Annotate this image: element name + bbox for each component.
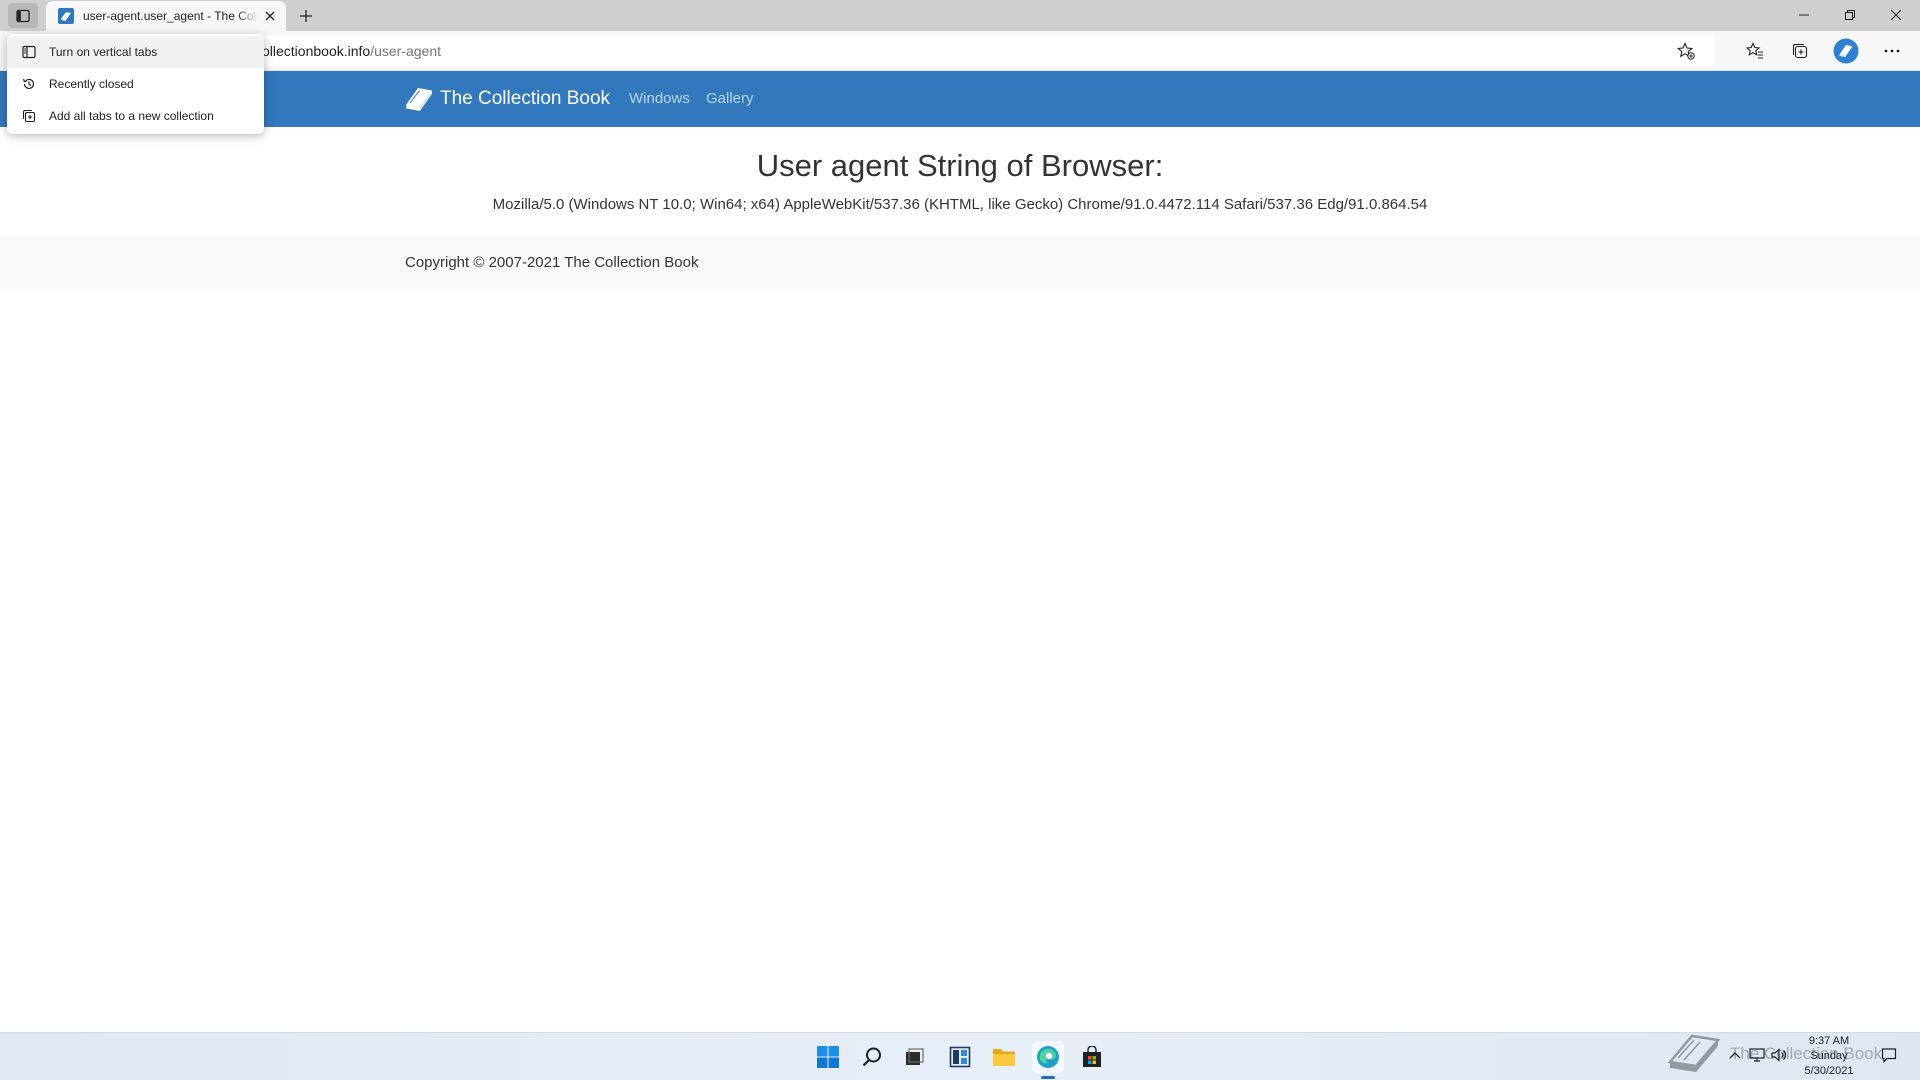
tab-actions-menu: Turn on vertical tabs Recently closed Ad…: [7, 34, 264, 134]
new-tab-button[interactable]: [294, 4, 318, 28]
collection-book-avatar-icon: [1833, 38, 1859, 64]
volume-icon: [1771, 1048, 1787, 1062]
close-window-button[interactable]: [1873, 0, 1919, 30]
active-app-indicator: [1041, 1076, 1055, 1079]
search-button[interactable]: [856, 1041, 888, 1073]
active-tab[interactable]: user-agent.user_agent - The Collection B…: [46, 1, 286, 31]
edge-icon: [1037, 1046, 1059, 1068]
minimize-icon: [1799, 14, 1809, 16]
start-button[interactable]: [812, 1041, 844, 1073]
history-icon: [21, 76, 37, 92]
minimize-button[interactable]: [1781, 0, 1827, 30]
site-brand-link[interactable]: The Collection Book: [404, 84, 610, 114]
copyright-text: Copyright © 2007-2021 The Collection Boo…: [405, 254, 699, 271]
more-icon: [1884, 49, 1900, 53]
page-heading: User agent String of Browser:: [756, 148, 1164, 183]
show-hidden-icons-button[interactable]: [1726, 1046, 1744, 1064]
browser-toolbar: ollectionbook.info/user-agent: [0, 31, 1920, 71]
settings-and-more-button[interactable]: [1877, 36, 1907, 66]
close-icon: [265, 11, 275, 21]
menu-item-label: Add all tabs to a new collection: [49, 109, 214, 123]
notification-icon: [1881, 1048, 1897, 1063]
favorites-button[interactable]: [1740, 36, 1770, 66]
widgets-button[interactable]: [944, 1041, 976, 1073]
search-icon: [862, 1047, 881, 1067]
clock-time: 9:37 AM: [1808, 1035, 1850, 1047]
browser-window: user-agent.user_agent - The Collection B…: [0, 0, 1920, 1080]
file-explorer-button[interactable]: [988, 1041, 1020, 1073]
file-explorer-icon: [993, 1049, 1015, 1066]
store-icon: [1083, 1046, 1101, 1067]
collections-button[interactable]: [1785, 36, 1815, 66]
network-icon: [1749, 1048, 1765, 1062]
menu-item-add-tabs-to-collection[interactable]: Add all tabs to a new collection: [7, 100, 264, 132]
menu-item-vertical-tabs[interactable]: Turn on vertical tabs: [7, 36, 264, 68]
collections-icon: [21, 108, 37, 124]
site-footer: Copyright © 2007-2021 The Collection Boo…: [0, 236, 1920, 290]
network-button[interactable]: [1748, 1046, 1766, 1064]
volume-button[interactable]: [1770, 1046, 1788, 1064]
nav-link-windows[interactable]: Windows: [629, 90, 690, 107]
profile-button[interactable]: [1831, 36, 1861, 66]
taskbar: [0, 1032, 1920, 1080]
book-logo-icon: [406, 88, 432, 111]
edge-taskbar-button[interactable]: [1032, 1041, 1064, 1073]
tab-actions-icon: [16, 9, 30, 22]
nav-link-gallery[interactable]: Gallery: [706, 90, 754, 107]
chevron-up-icon: [1729, 1052, 1741, 1059]
task-view-icon: [906, 1048, 924, 1065]
close-icon: [1891, 10, 1901, 20]
vertical-tabs-icon: [21, 44, 37, 60]
clock-day: Sunday: [1810, 1050, 1848, 1062]
collection-book-favicon: [58, 8, 74, 24]
widgets-icon: [949, 1046, 971, 1068]
star-add-icon: [1677, 42, 1695, 60]
restore-button[interactable]: [1827, 0, 1873, 30]
book-logo-icon: [1667, 1034, 1721, 1072]
task-view-button[interactable]: [898, 1041, 930, 1073]
url-host: ollectionbook.info: [262, 42, 371, 59]
favorites-icon: [1746, 42, 1763, 59]
site-brand-text: The Collection Book: [440, 88, 611, 109]
menu-item-recently-closed[interactable]: Recently closed: [7, 68, 264, 100]
url-path: /user-agent: [370, 42, 442, 59]
collections-icon: [1792, 43, 1808, 59]
menu-item-label: Turn on vertical tabs: [49, 45, 158, 59]
add-favorite-button[interactable]: [1675, 40, 1697, 62]
user-agent-string: Mozilla/5.0 (Windows NT 10.0; Win64; x64…: [492, 196, 1428, 213]
clock-date: 5/30/2021: [1804, 1065, 1854, 1077]
restore-icon: [1845, 10, 1855, 20]
menu-item-label: Recently closed: [49, 77, 134, 91]
tab-title: user-agent.user_agent - The Collection B…: [83, 9, 258, 23]
store-button[interactable]: [1076, 1041, 1108, 1073]
start-icon: [817, 1046, 839, 1068]
system-clock[interactable]: 9:37 AM Sunday 5/30/2021: [1790, 1034, 1868, 1079]
close-tab-button[interactable]: [262, 8, 278, 24]
tab-actions-menu-button[interactable]: [8, 3, 38, 28]
plus-icon: [300, 10, 312, 22]
site-navbar: The Collection Book Windows Gallery: [0, 71, 1920, 127]
tab-strip: user-agent.user_agent - The Collection B…: [0, 0, 1920, 31]
notifications-button[interactable]: [1880, 1046, 1898, 1064]
address-bar[interactable]: ollectionbook.info/user-agent: [52, 35, 1715, 66]
